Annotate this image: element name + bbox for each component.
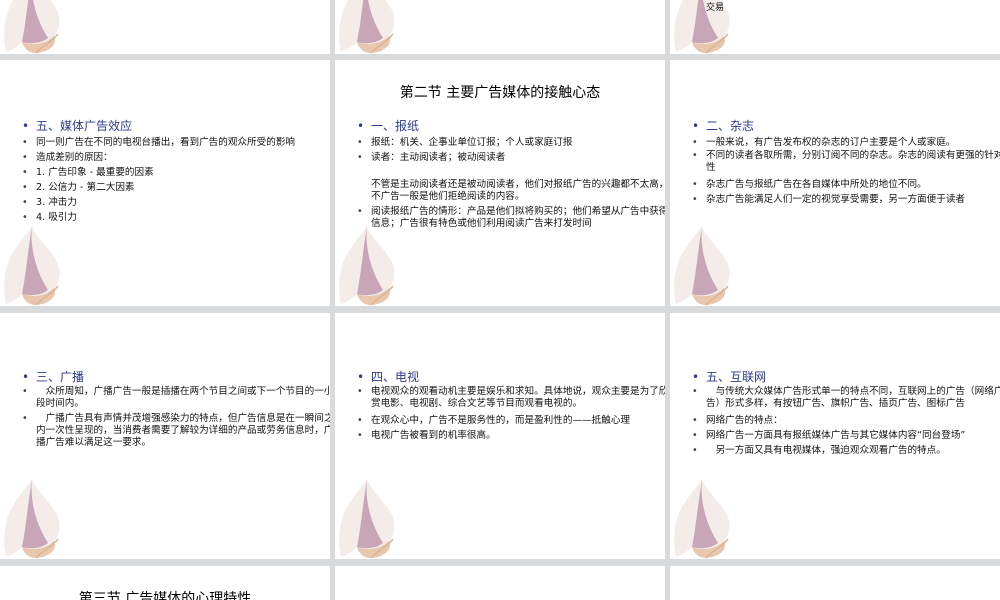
bullet-list: 五、媒体广告效应 同一则广告在不同的电视台播出，看到广告的观众所受的影响 造成差… [22,118,330,225]
calla-lily-icon [0,0,62,54]
bullet-list: 二、杂志 一般来说，有广告发布权的杂志的订户主要是个人或家庭。 不同的读者各取所… [692,118,1000,207]
list-item: 广播广告具有声情并茂增强感染力的特点，但广告信息是在一瞬间之内一次性呈现的，当消… [22,413,330,452]
list-item: 电视广告被看到的机率很高。 [357,428,665,443]
list-item: 电视观众的观看动机主要是娱乐和求知。具体地说，观众主要是为了欣赏电影、电视剧、综… [357,386,665,413]
slide-thumbnail-media-effect[interactable]: 五、媒体广告效应 同一则广告在不同的电视台播出，看到广告的观众所受的影响 造成差… [0,60,330,306]
slide-thumbnail-radio[interactable]: 三、广播 众所周知，广播广告一般是插播在两个节目之间或下一个节目的一小段时间内。… [0,313,330,559]
calla-lily-icon [335,477,397,559]
slide-title: 第二节 主要广告媒体的接触心态 [399,85,601,101]
section-heading: 五、互联网 [692,369,1000,386]
list-item: 杂志广告与报纸广告在各自媒体中所处的地位不同。 [692,177,1000,192]
calla-lily-icon [335,224,397,306]
list-item: 4. 吸引力 [22,210,330,225]
section-heading: 三、广播 [22,369,330,386]
list-item: 众所周知，广播广告一般是插播在两个节目之间或下一个节目的一小段时间内。 [22,386,330,413]
slide-text-fragment: 交易 [706,3,725,13]
calla-lily-icon [0,477,62,559]
list-item: 2. 公信力 - 第二大因素 [22,180,330,195]
slide-thumbnail-1[interactable] [0,0,330,54]
list-item: 在观众心中，广告不是服务性的，而是盈利性的——抵触心理 [357,413,665,428]
slide-thumbnail-row3-3[interactable] [670,566,1000,600]
list-item: 同一则广告在不同的电视台播出，看到广告的观众所受的影响 [22,135,330,150]
bullet-list: 三、广播 众所周知，广播广告一般是插播在两个节目之间或下一个节目的一小段时间内。… [22,369,330,452]
list-item: 造成差别的原因： [22,150,330,165]
list-item: 一般来说，有广告发布权的杂志的订户主要是个人或家庭。 [692,135,1000,150]
list-item: 读者：主动阅读者；被动阅读者 [357,150,665,165]
slide-thumbnail-3[interactable]: 交易 [670,0,1000,54]
list-item: 1. 广告印象 - 最重要的因素 [22,165,330,180]
list-item: 另一方面又具有电视媒体，强迫观众观看广告的特点。 [692,443,1000,458]
slide-thumbnail-magazine[interactable]: 二、杂志 一般来说，有广告发布权的杂志的订户主要是个人或家庭。 不同的读者各取所… [670,60,1000,306]
list-item: 报纸：机关、企事业单位订报；个人或家庭订报 [357,135,665,150]
list-item: 网络广告的特点： [692,413,1000,428]
slide-thumbnail-tv[interactable]: 四、电视 电视观众的观看动机主要是娱乐和求知。具体地说，观众主要是为了欣赏电影、… [335,313,665,559]
list-item: 不同的读者各取所需，分别订阅不同的杂志。杂志的阅读有更强的针对性 [692,150,1000,177]
bullet-list: 一、报纸 报纸：机关、企事业单位订报；个人或家庭订报 读者：主动阅读者；被动阅读… [357,118,665,233]
section-heading: 一、报纸 [357,118,665,135]
section-heading: 二、杂志 [692,118,1000,135]
list-item: 3. 冲击力 [22,195,330,210]
calla-lily-icon [335,0,397,54]
list-item: 不管是主动阅读者还是被动阅读者，他们对报纸广告的兴趣都不太高，不广告一般是他们拒… [371,179,665,202]
bullet-list: 四、电视 电视观众的观看动机主要是娱乐和求知。具体地说，观众主要是为了欣赏电影、… [357,369,665,443]
bullet-list: 五、互联网 与传统大众媒体广告形式单一的特点不同，互联网上的广告（网络广告）形式… [692,369,1000,458]
list-item: 阅读报纸广告的情形：产品是他们拟将购买的；他们希望从广告中获得信息；广告很有特色… [357,206,665,233]
list-item: 网络广告一方面具有报纸媒体广告与其它媒体内容“同台登场” [692,428,1000,443]
calla-lily-icon [670,477,732,559]
section-heading: 四、电视 [357,369,665,386]
slide-title: 第三节 广告媒体的心理特性 [78,591,252,600]
calla-lily-icon [0,224,62,306]
slide-thumbnail-2[interactable] [335,0,665,54]
list-item: 与传统大众媒体广告形式单一的特点不同，互联网上的广告（网络广告）形式多样，有按钮… [692,386,1000,413]
slide-thumbnail-internet[interactable]: 五、互联网 与传统大众媒体广告形式单一的特点不同，互联网上的广告（网络广告）形式… [670,313,1000,559]
slide-thumbnail-newspaper[interactable]: 第二节 主要广告媒体的接触心态 一、报纸 报纸：机关、企事业单位订报；个人或家庭… [335,60,665,306]
slide-thumbnail-row3-2[interactable] [335,566,665,600]
section-heading: 五、媒体广告效应 [22,118,330,135]
list-item: 杂志广告能满足人们一定的视觉享受需要，另一方面便于读者 [692,192,1000,207]
slide-thumbnail-section3[interactable]: 第三节 广告媒体的心理特性 [0,566,330,600]
calla-lily-icon [670,224,732,306]
